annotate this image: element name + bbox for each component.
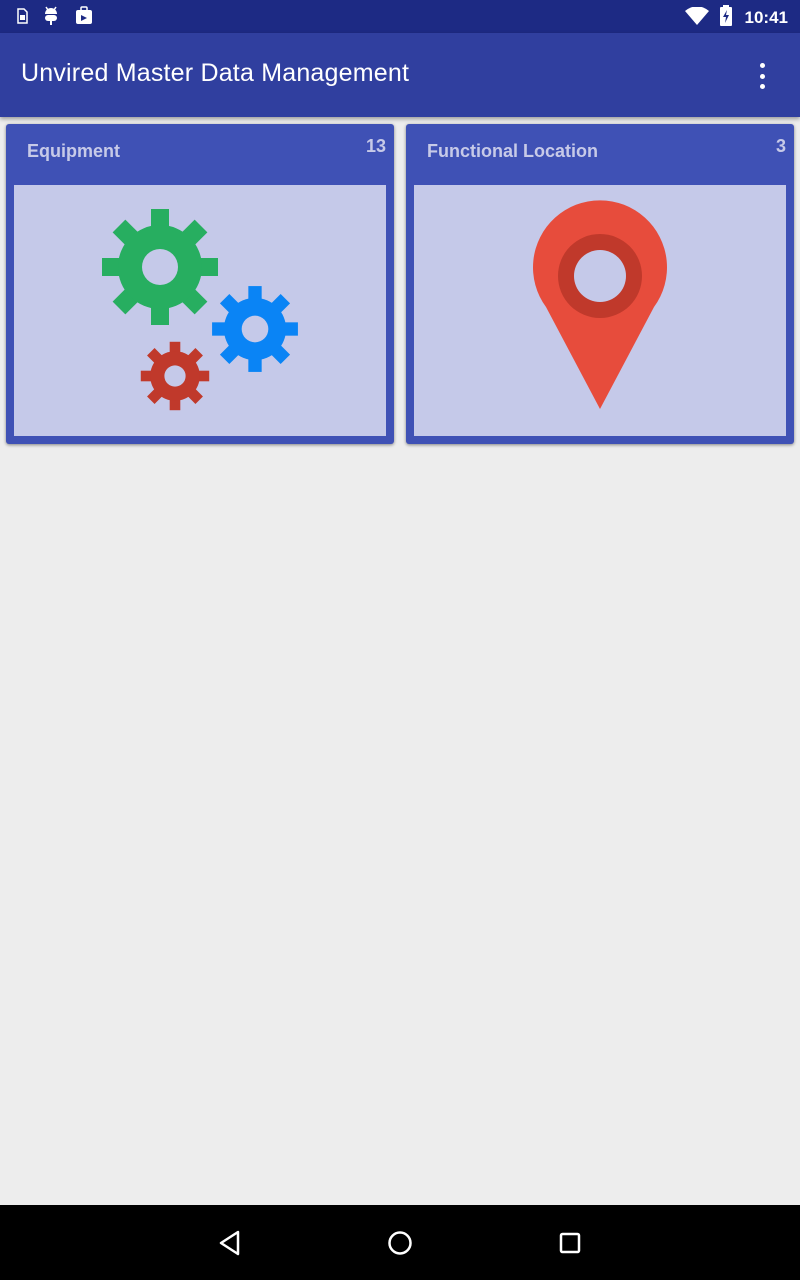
status-bar: 10:41 (0, 0, 800, 33)
back-icon[interactable] (214, 1227, 246, 1259)
tile-image (414, 185, 786, 436)
tile-title: Equipment (27, 141, 120, 161)
tile-title: Functional Location (427, 141, 598, 161)
wifi-icon (684, 6, 709, 29)
nav-bar (0, 1205, 800, 1280)
gears-icon (102, 209, 298, 411)
tile-count: 3 (775, 136, 786, 156)
sim-card-icon (16, 8, 28, 28)
recents-icon[interactable] (554, 1227, 586, 1259)
tile-equipment[interactable]: Equipment 13 (6, 124, 394, 444)
map-pin-icon (533, 200, 667, 409)
more-vert-icon[interactable] (750, 63, 774, 89)
android-debug-icon (42, 6, 60, 30)
status-time: 10:41 (744, 8, 788, 27)
clipboard-icon (74, 6, 94, 30)
battery-charging-icon (719, 5, 733, 31)
tile-image (14, 185, 386, 436)
home-icon[interactable] (384, 1227, 416, 1259)
app-title: Unvired Master Data Management (21, 59, 410, 87)
tile-count: 13 (365, 136, 386, 156)
app-bar: Unvired Master Data Management (0, 33, 800, 117)
tile-functional-location[interactable]: Functional Location 3 (406, 124, 794, 444)
